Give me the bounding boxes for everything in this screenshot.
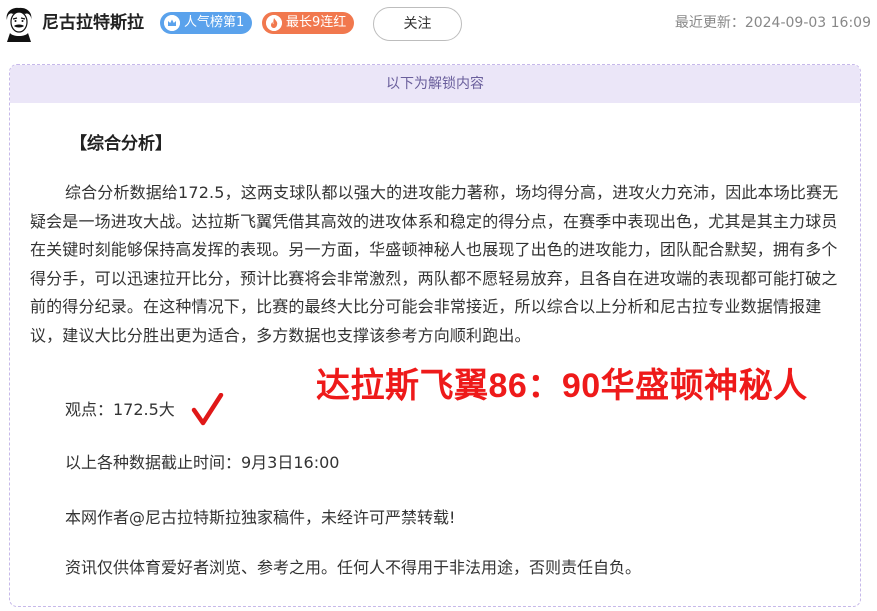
section-title: 【综合分析】 [70,134,172,154]
data-cutoff-text: 以上各种数据截止时间：9月3日16:00 [65,453,340,472]
score-prediction-overlay: 达拉斯飞翼86：90华盛顿神秘人 [316,367,808,405]
popularity-rank-badge: 人气榜第1 [160,12,253,34]
viewpoint-text: 观点：172.5大 [65,400,175,419]
author-name[interactable]: 尼古拉特斯拉 [42,12,144,34]
badge-label: 人气榜第1 [184,15,245,30]
win-streak-badge: 最长9连红 [262,12,355,34]
badge-label: 最长9连红 [286,15,347,30]
flame-icon [266,15,282,31]
article-header: 尼古拉特斯拉 人气榜第1 最长9连红 关注 最近更新：2024-09-03 16… [0,0,877,52]
unlocked-content-card: 以下为解锁内容 【综合分析】 综合分析数据给172.5，这两支球队都以强大的进攻… [9,64,861,607]
disclaimer-text: 资讯仅供体育爱好者浏览、参考之用。任何人不得用于非法用途，否则责任自负。 [65,558,642,577]
einstein-portrait-avatar[interactable] [4,6,34,42]
last-updated-time: 最近更新：2024-09-03 16:09 [674,15,871,31]
red-check-icon [191,393,224,426]
follow-button[interactable]: 关注 [373,7,462,41]
copyright-text: 本网作者@尼古拉特斯拉独家稿件，未经许可严禁转载! [65,508,456,527]
crown-icon [164,15,180,31]
analysis-paragraph: 综合分析数据给172.5，这两支球队都以强大的进攻能力著称，场均得分高，进攻火力… [30,183,839,345]
unlocked-banner: 以下为解锁内容 [10,65,860,103]
